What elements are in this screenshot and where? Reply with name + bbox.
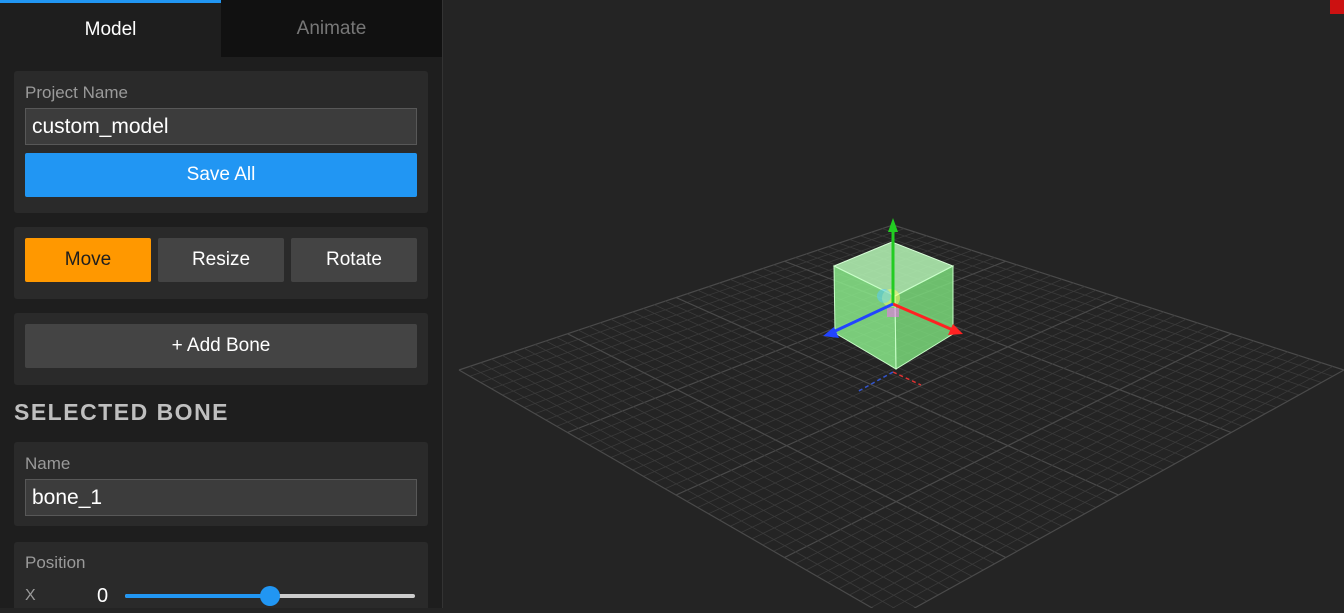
pivot-marker bbox=[887, 308, 899, 317]
tool-panel: Move Resize Rotate bbox=[14, 227, 428, 299]
save-all-button[interactable]: Save All bbox=[25, 153, 417, 197]
corner-indicator bbox=[1330, 0, 1344, 14]
x-position-slider[interactable] bbox=[125, 586, 415, 606]
x-slider-fill bbox=[125, 594, 270, 598]
position-panel: Position X 0 bbox=[14, 542, 428, 608]
resize-button[interactable]: Resize bbox=[158, 238, 284, 282]
selected-bone-heading: SELECTED BONE bbox=[14, 399, 230, 425]
grid-line bbox=[882, 366, 1333, 613]
y-axis-arrow-icon[interactable] bbox=[888, 218, 898, 232]
x-value: 0 bbox=[97, 585, 109, 607]
bone-name-label: Name bbox=[25, 454, 71, 473]
tab-animate[interactable]: Animate bbox=[221, 0, 442, 57]
grid-line bbox=[871, 362, 1322, 608]
position-label: Position bbox=[25, 553, 86, 572]
x-axis-helper bbox=[892, 371, 922, 386]
x-slider-thumb[interactable] bbox=[260, 586, 280, 606]
3d-viewport[interactable] bbox=[443, 0, 1344, 613]
sidebar: Model Animate Project Name Save All Move… bbox=[0, 0, 443, 608]
grid-line bbox=[469, 366, 904, 613]
project-name-input[interactable] bbox=[25, 108, 417, 145]
tab-bar: Model Animate bbox=[0, 0, 442, 57]
tab-model[interactable]: Model bbox=[0, 0, 221, 57]
add-bone-panel: + Add Bone bbox=[14, 313, 428, 385]
grid-line bbox=[491, 358, 928, 602]
x-axis-label: X bbox=[25, 587, 36, 604]
bone-name-panel: Name bbox=[14, 442, 428, 526]
viewport-canvas[interactable] bbox=[443, 0, 1344, 613]
grid-line bbox=[480, 362, 916, 608]
move-button[interactable]: Move bbox=[25, 238, 151, 282]
bone-name-input[interactable] bbox=[25, 479, 417, 516]
rotation-gizmo-ring[interactable] bbox=[877, 289, 891, 303]
rotate-button[interactable]: Rotate bbox=[291, 238, 417, 282]
add-bone-button[interactable]: + Add Bone bbox=[25, 324, 417, 368]
grid-line bbox=[860, 358, 1311, 602]
project-name-label: Project Name bbox=[25, 83, 128, 102]
project-panel: Project Name Save All bbox=[14, 71, 428, 213]
